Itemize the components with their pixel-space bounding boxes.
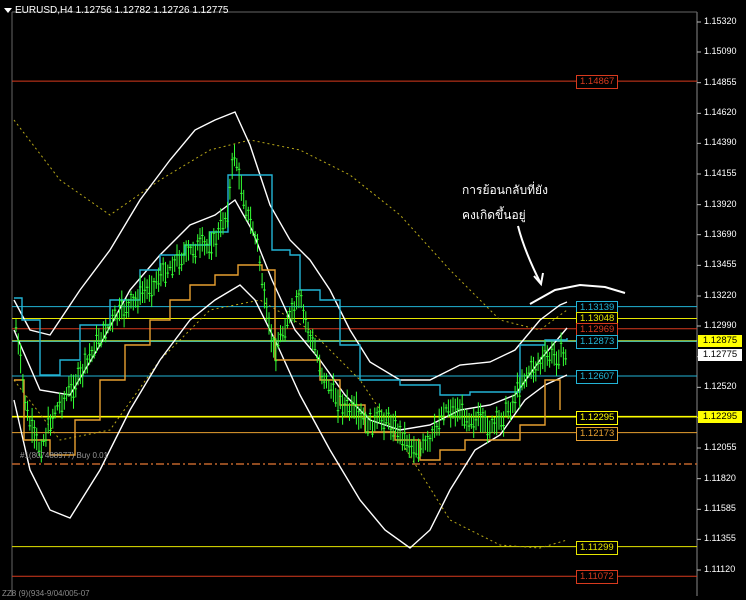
annotation-text: การย้อนกลับที่ยัง คงเกิดขึ้นอยู่ (462, 178, 548, 228)
annotation-arrow (517, 225, 541, 283)
chart-header: EURUSD,H4 1.12756 1.12782 1.12726 1.1277… (4, 5, 229, 16)
price-axis-label: 1.13920 (704, 198, 737, 209)
indicator-footer-text: ZZ8 (9)(934-9/04/005-07 (2, 589, 90, 598)
chart-window[interactable]: EURUSD,H4 1.12756 1.12782 1.12726 1.1277… (0, 0, 746, 600)
price-axis-tag: 1.12295 (698, 410, 742, 423)
horizontal-line-label: 1.11072 (576, 570, 618, 585)
price-axis-label: 1.12055 (704, 442, 737, 452)
bollinger-middle (13, 198, 568, 431)
horizontal-line-label: 1.12607 (576, 369, 619, 384)
price-axis-label: 1.14155 (704, 168, 737, 178)
horizontal-line-label: 1.12873 (576, 335, 619, 350)
dropdown-triangle-icon[interactable] (4, 7, 12, 13)
horizontal-line-label: 1.11299 (576, 540, 618, 555)
price-axis-tag: 1.12875 (698, 335, 742, 347)
horizontal-line-label: 1.12295 (576, 410, 619, 425)
price-axis-label: 1.12520 (704, 381, 737, 392)
annotation-line-2: คงเกิดขึ้นอยู่ (462, 208, 526, 222)
annotation-line-1: การย้อนกลับที่ยัง (462, 183, 548, 197)
price-axis-label: 1.13690 (704, 228, 737, 239)
price-axis-label: 1.15320 (704, 16, 737, 26)
price-axis-label: 1.13220 (704, 290, 737, 300)
price-axis-label: 1.13455 (704, 259, 737, 270)
current-price-tag: 1.12775 (698, 349, 742, 362)
price-axis-label: 1.14620 (704, 107, 737, 118)
price-axis-label: 1.11355 (704, 533, 736, 544)
price-axis-label: 1.14855 (704, 76, 737, 87)
price-axis-label: 1.11820 (704, 472, 736, 483)
order-label: #1(807488977) Buy 0.01 (20, 451, 109, 460)
price-axis-label: 1.11585 (704, 503, 736, 514)
price-axis-label: 1.12990 (704, 320, 737, 330)
horizontal-line-label: 1.14867 (576, 75, 619, 90)
price-axis-label: 1.15090 (704, 46, 737, 56)
horizontal-line-label: 1.12173 (576, 426, 619, 441)
price-chart-canvas[interactable] (0, 0, 746, 600)
price-axis-label: 1.14390 (704, 137, 737, 148)
price-axis-label: 1.11120 (704, 564, 736, 574)
symbol-ohlc-title: EURUSD,H4 1.12756 1.12782 1.12726 1.1277… (15, 5, 229, 16)
